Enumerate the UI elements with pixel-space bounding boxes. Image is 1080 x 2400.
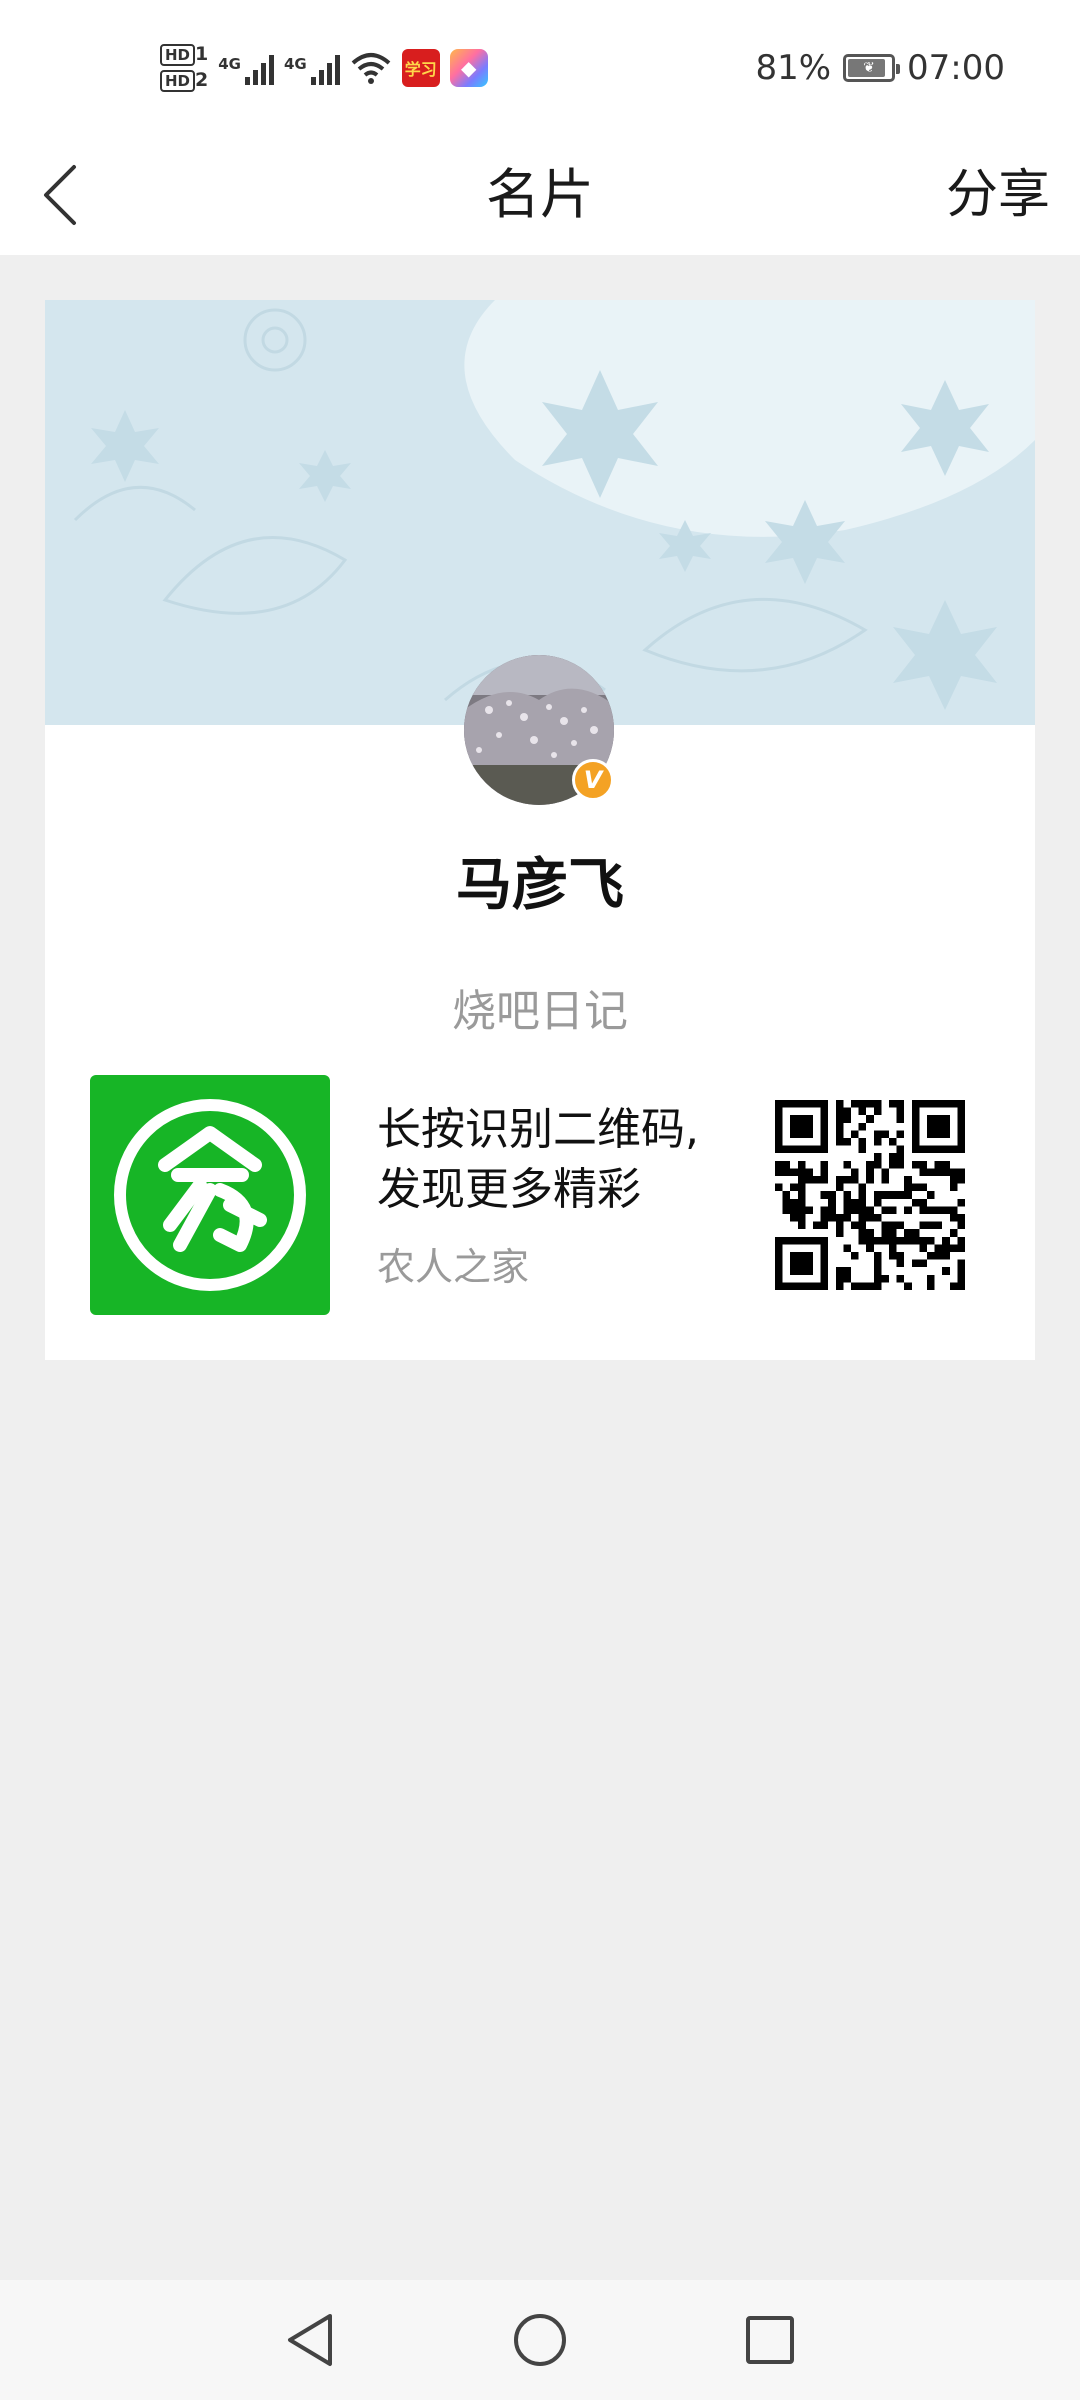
status-icons-left: HD 1 HD 2 4G 4G 学习 ◆ — [160, 38, 488, 98]
signal-icon: 4G — [284, 51, 340, 85]
network-type-2: 4G — [284, 55, 307, 73]
battery-icon: ❦ — [843, 54, 901, 82]
colorful-app-icon: ◆ — [449, 49, 488, 87]
system-home-button[interactable] — [500, 2300, 580, 2380]
hd1-badge: HD — [160, 44, 196, 66]
nongren-zhijia-logo — [90, 1075, 330, 1315]
nav-bar: 名片 分享 — [0, 135, 1080, 255]
system-navigation-bar — [0, 2280, 1080, 2400]
hd-indicators: HD 1 HD 2 — [160, 44, 208, 92]
chevron-left-icon — [44, 165, 76, 225]
qr-prompt: 长按识别二维码, 发现更多精彩 农人之家 — [377, 1100, 777, 1291]
qr-source-label: 农人之家 — [377, 1245, 530, 1289]
system-recents-button[interactable] — [730, 2300, 810, 2380]
signal-icon: 4G — [218, 51, 274, 85]
verified-badge-icon: V — [572, 759, 614, 801]
hd1-number: 1 — [195, 43, 209, 65]
network-type-1: 4G — [218, 55, 241, 73]
hd2-badge: HD — [160, 70, 196, 92]
square-recents-icon — [746, 2316, 794, 2364]
profile-card: V 马彦飞 烧吧日记 长按识别二维码, 发现更多精彩 农人之家 — [45, 300, 1035, 1360]
battery-percent: 81% — [755, 48, 832, 88]
qr-prompt-line1: 长按识别二维码, — [377, 1104, 699, 1155]
xuexi-app-icon: 学习 — [401, 49, 440, 87]
clock: 07:00 — [907, 48, 1005, 88]
page-title: 名片 — [486, 163, 594, 226]
system-back-button[interactable] — [270, 2300, 350, 2380]
status-bar: HD 1 HD 2 4G 4G 学习 ◆ 81% ❦ 07:00 — [0, 0, 1080, 135]
triangle-back-icon — [288, 2314, 332, 2366]
wifi-icon — [351, 53, 391, 84]
hd2-number: 2 — [195, 69, 209, 91]
back-button[interactable] — [20, 155, 100, 235]
circle-home-icon — [514, 2314, 566, 2366]
profile-name: 马彦飞 — [456, 853, 624, 918]
status-icons-right: 81% ❦ 07:00 — [755, 38, 1005, 98]
share-button[interactable]: 分享 — [946, 135, 1050, 255]
profile-subtitle: 烧吧日记 — [452, 986, 628, 1037]
qr-code[interactable] — [775, 1100, 965, 1290]
qr-prompt-line2: 发现更多精彩 — [377, 1164, 641, 1215]
